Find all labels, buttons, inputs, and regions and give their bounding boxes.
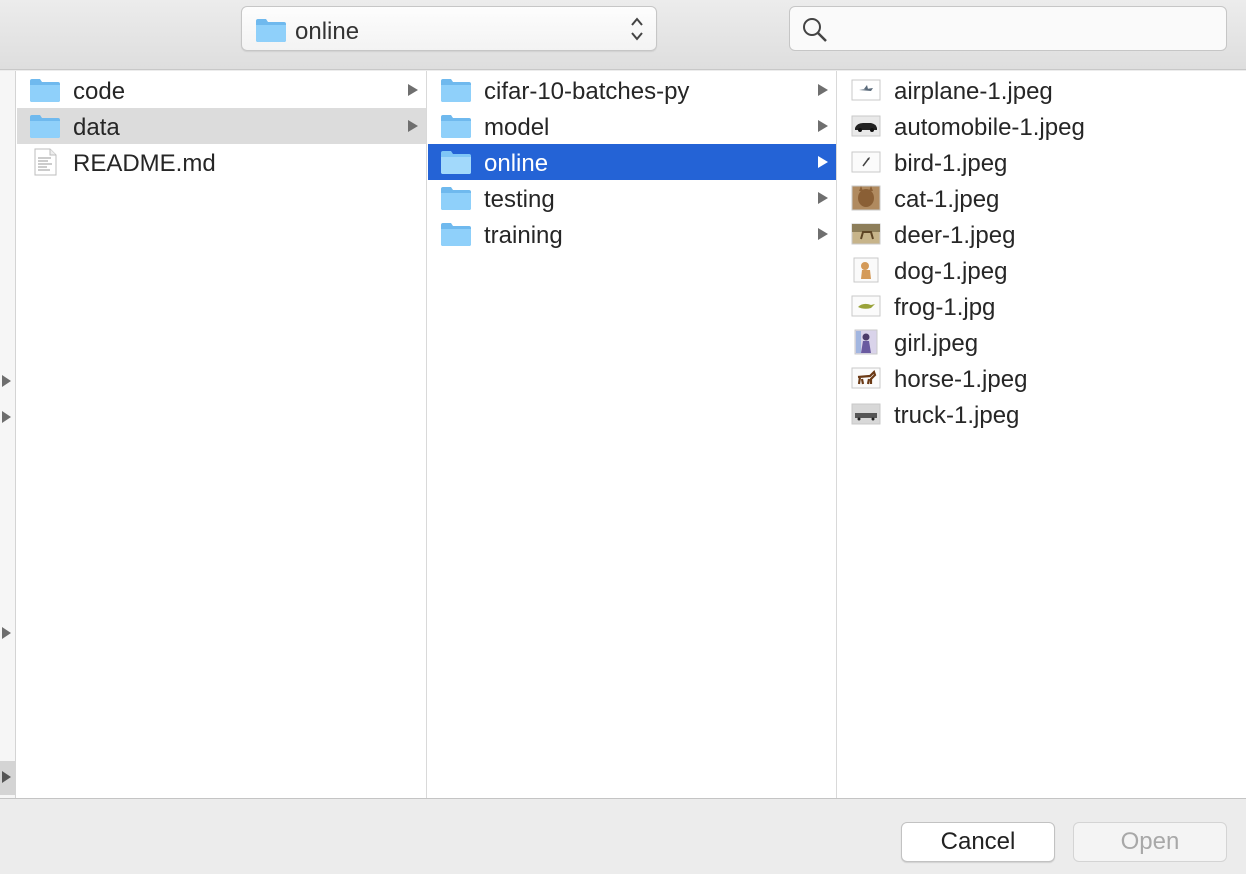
list-item-online[interactable]: online	[428, 144, 836, 180]
folder-icon	[440, 220, 472, 248]
disclosure-arrow-icon	[818, 192, 828, 204]
list-item-dog-1[interactable]: dog-1.jpeg	[838, 252, 1246, 288]
disclosure-arrow-icon	[408, 120, 418, 132]
list-item-label: online	[484, 150, 549, 177]
list-item-label: dog-1.jpeg	[894, 258, 1008, 285]
toolbar: online	[0, 0, 1246, 70]
list-item-deer-1[interactable]: deer-1.jpeg	[838, 216, 1246, 252]
folder-icon	[29, 76, 61, 104]
dialog-button-bar: Cancel Open	[0, 798, 1246, 874]
column-browser: code data README.md cifar-10-batches-py …	[0, 71, 1246, 798]
list-item-label: bird-1.jpeg	[894, 150, 1008, 177]
text-file-icon	[29, 148, 61, 176]
list-item-airplane-1[interactable]: airplane-1.jpeg	[838, 72, 1246, 108]
location-popup-button[interactable]: online	[241, 6, 657, 51]
automobile-thumbnail-icon	[851, 113, 881, 139]
disclosure-arrow-icon	[818, 228, 828, 240]
chevron-up-down-icon	[628, 15, 646, 43]
disclosure-arrow-icon	[408, 84, 418, 96]
previous-column-edge[interactable]	[0, 71, 16, 798]
list-item-label: training	[484, 222, 563, 249]
bird-thumbnail-icon	[851, 149, 881, 175]
list-item-horse-1[interactable]: horse-1.jpeg	[838, 360, 1246, 396]
list-item-label: cat-1.jpeg	[894, 186, 1000, 213]
folder-icon	[255, 17, 287, 48]
browser-column-2: cifar-10-batches-py model online testing	[428, 71, 837, 798]
list-item-girl[interactable]: girl.jpeg	[838, 324, 1246, 360]
girl-thumbnail-icon	[851, 329, 881, 355]
browser-column-1: code data README.md	[17, 71, 427, 798]
list-item-label: airplane-1.jpeg	[894, 78, 1053, 105]
search-icon	[802, 17, 828, 48]
list-item-data[interactable]: data	[17, 108, 426, 144]
deer-thumbnail-icon	[851, 221, 881, 247]
list-item-cifar-10-batches-py[interactable]: cifar-10-batches-py	[428, 72, 836, 108]
airplane-thumbnail-icon	[851, 77, 881, 103]
list-item-label: README.md	[73, 150, 216, 177]
cat-thumbnail-icon	[851, 185, 881, 211]
folder-icon	[440, 148, 472, 176]
folder-icon	[440, 112, 472, 140]
folder-icon	[440, 76, 472, 104]
frog-thumbnail-icon	[851, 293, 881, 319]
list-item-testing[interactable]: testing	[428, 180, 836, 216]
location-label: online	[295, 18, 360, 45]
list-item-readme[interactable]: README.md	[17, 144, 426, 180]
cancel-button[interactable]: Cancel	[901, 822, 1055, 862]
disclosure-arrow-icon	[818, 120, 828, 132]
list-item-label: frog-1.jpg	[894, 294, 996, 321]
search-field[interactable]	[789, 6, 1227, 51]
list-item-code[interactable]: code	[17, 72, 426, 108]
list-item-label: model	[484, 114, 550, 141]
search-input[interactable]	[834, 13, 1214, 45]
list-item-frog-1[interactable]: frog-1.jpg	[838, 288, 1246, 324]
disclosure-arrow-icon	[2, 411, 11, 423]
dog-thumbnail-icon	[851, 257, 881, 283]
list-item-label: truck-1.jpeg	[894, 402, 1020, 429]
disclosure-arrow-icon	[818, 156, 828, 168]
list-item-label: testing	[484, 186, 555, 213]
list-item-model[interactable]: model	[428, 108, 836, 144]
list-item-training[interactable]: training	[428, 216, 836, 252]
browser-column-3: airplane-1.jpeg automobile-1.jpeg bird-1…	[838, 71, 1246, 798]
disclosure-arrow-icon	[2, 627, 11, 639]
list-item-automobile-1[interactable]: automobile-1.jpeg	[838, 108, 1246, 144]
list-item-label: data	[73, 114, 120, 141]
open-button[interactable]: Open	[1073, 822, 1227, 862]
list-item-truck-1[interactable]: truck-1.jpeg	[838, 396, 1246, 432]
truck-thumbnail-icon	[851, 401, 881, 427]
disclosure-arrow-icon	[2, 771, 11, 783]
list-item-label: deer-1.jpeg	[894, 222, 1016, 249]
folder-icon	[29, 112, 61, 140]
list-item-label: cifar-10-batches-py	[484, 78, 690, 105]
disclosure-arrow-icon	[818, 84, 828, 96]
list-item-bird-1[interactable]: bird-1.jpeg	[838, 144, 1246, 180]
list-item-label: girl.jpeg	[894, 330, 979, 357]
list-item-label: horse-1.jpeg	[894, 366, 1028, 393]
folder-icon	[440, 184, 472, 212]
list-item-cat-1[interactable]: cat-1.jpeg	[838, 180, 1246, 216]
horse-thumbnail-icon	[851, 365, 881, 391]
list-item-label: automobile-1.jpeg	[894, 114, 1085, 141]
list-item-label: code	[73, 78, 126, 105]
disclosure-arrow-icon	[2, 375, 11, 387]
